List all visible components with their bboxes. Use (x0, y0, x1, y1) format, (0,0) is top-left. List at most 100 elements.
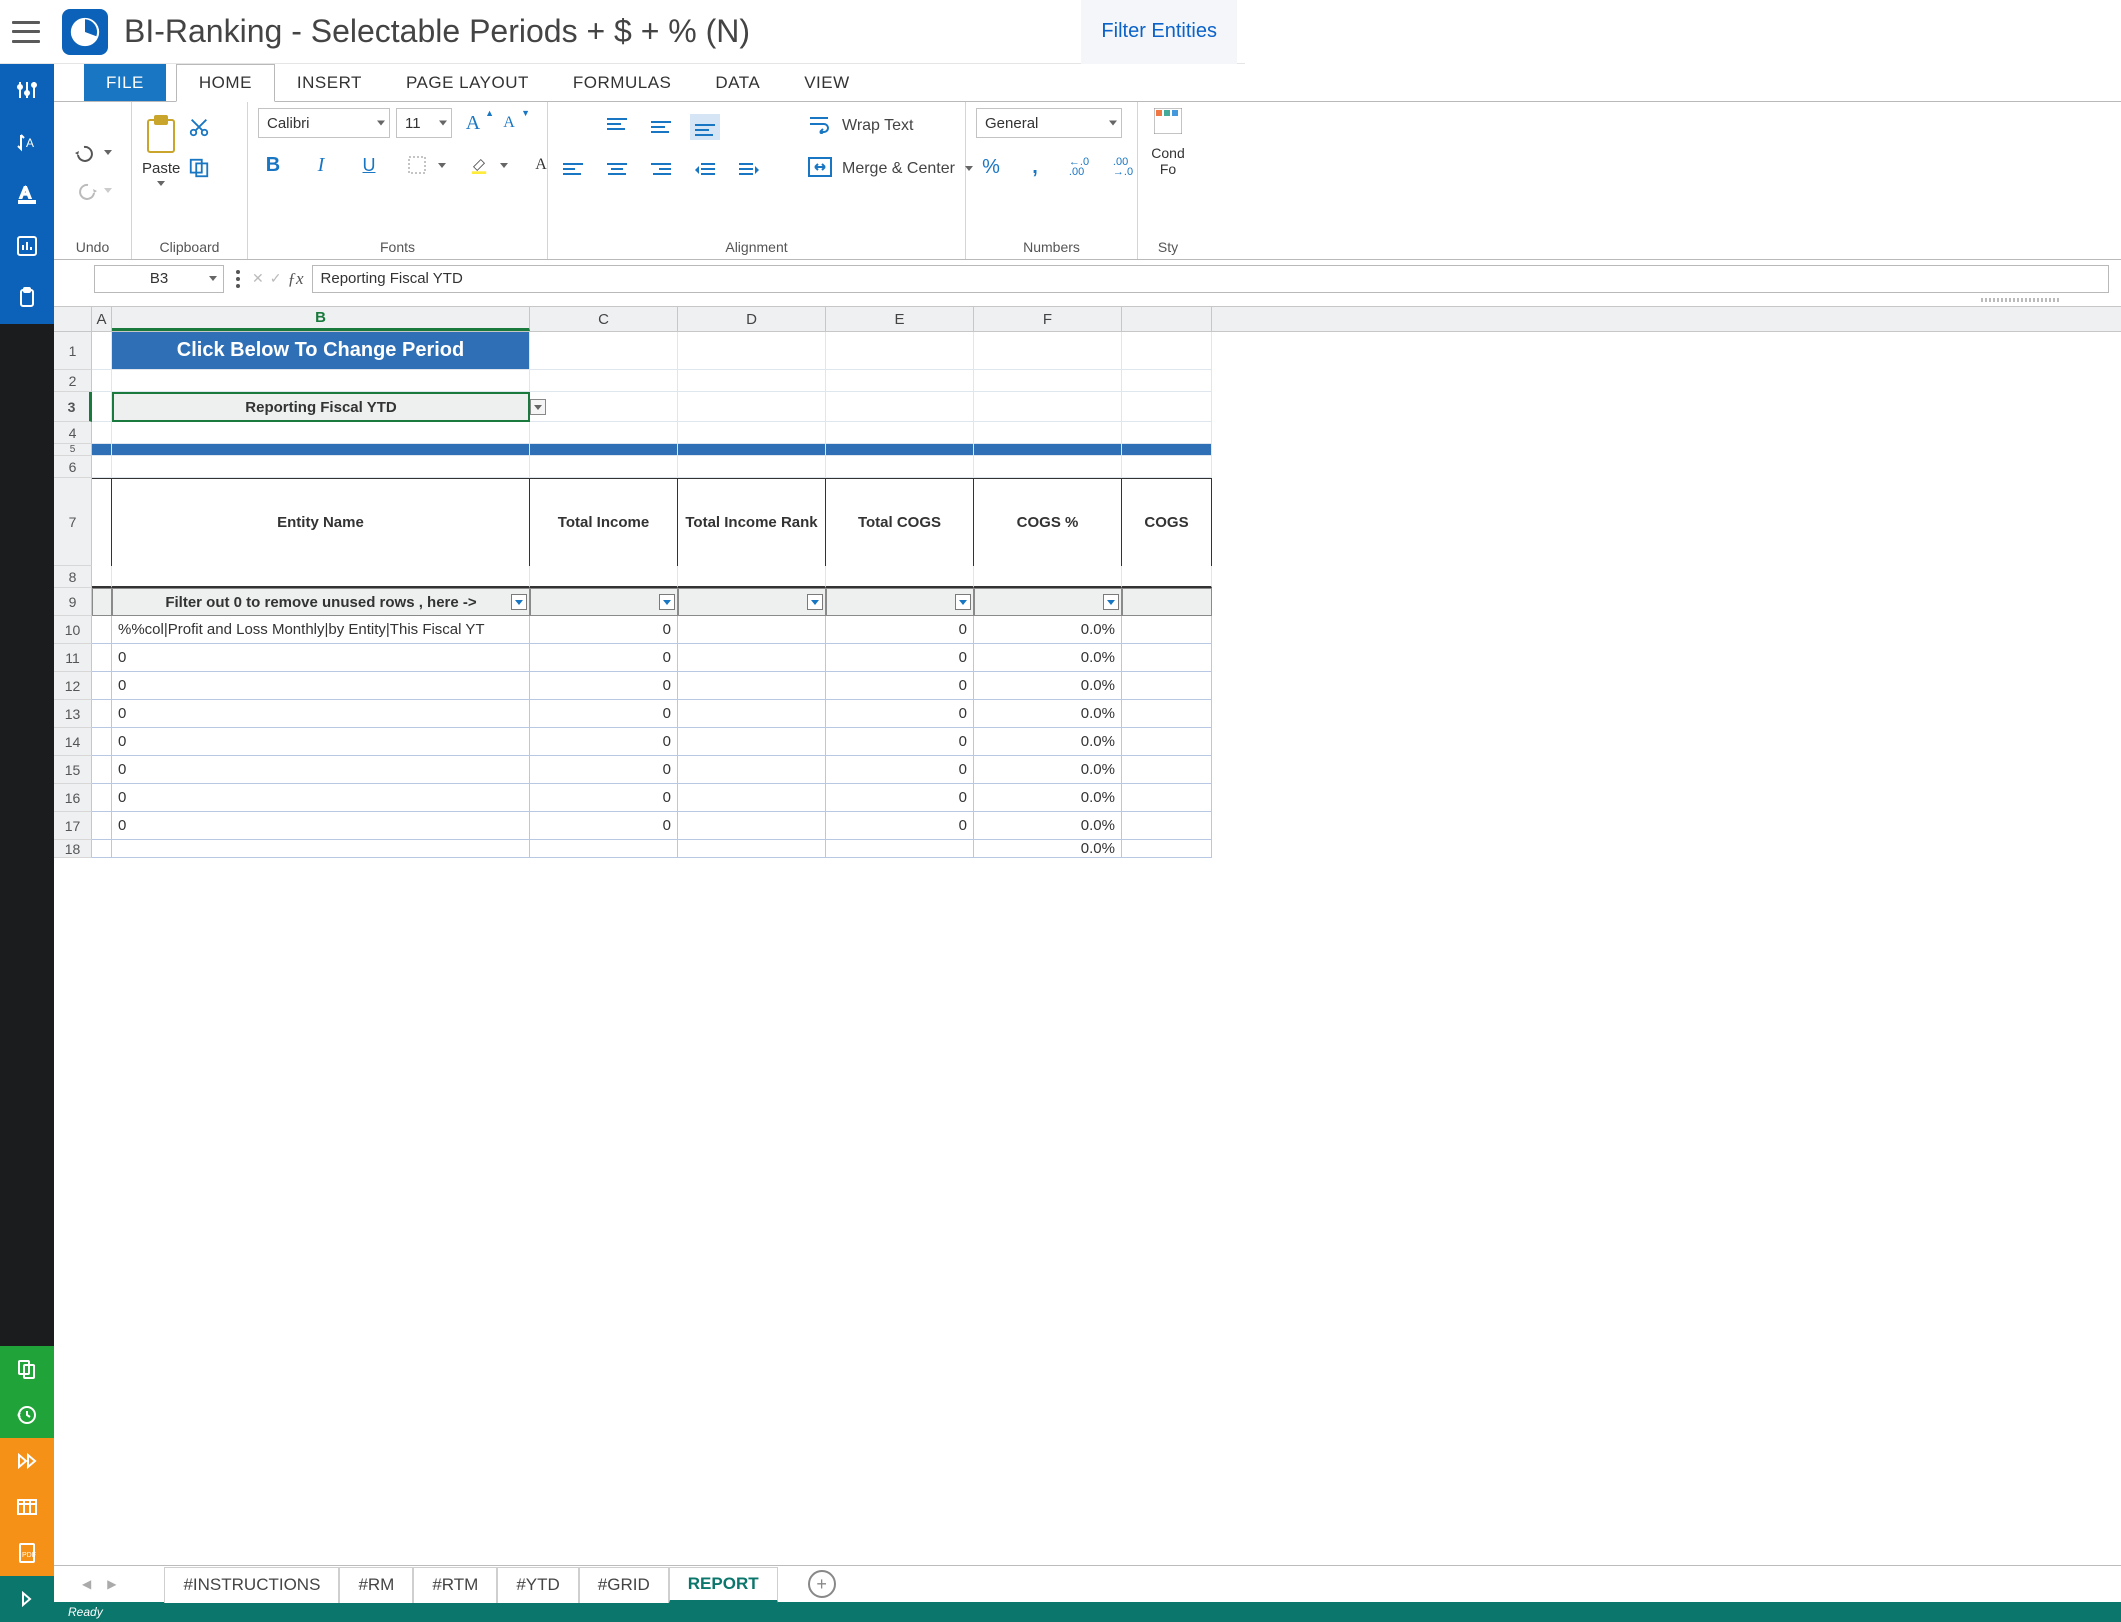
redo-dropdown[interactable] (104, 188, 112, 193)
formula-bar-grip[interactable] (1981, 298, 2061, 302)
cell[interactable]: 0 (530, 812, 678, 840)
bold-button[interactable]: B (258, 152, 288, 178)
cell[interactable] (678, 616, 826, 644)
rail-clipboard-icon[interactable] (0, 272, 54, 324)
tab-insert[interactable]: INSERT (275, 64, 384, 101)
cell[interactable] (92, 672, 112, 700)
undo-dropdown[interactable] (104, 150, 112, 155)
cell[interactable] (1122, 700, 1212, 728)
cell[interactable] (678, 756, 826, 784)
cell[interactable] (678, 672, 826, 700)
dropdown-icon[interactable] (530, 399, 546, 415)
percent-button[interactable]: % (976, 154, 1006, 180)
filter-cell[interactable] (678, 588, 826, 616)
row-header[interactable]: 8 (54, 566, 92, 588)
formula-options-icon[interactable] (232, 270, 244, 288)
sheet-tab-ytd[interactable]: #YTD (497, 1567, 578, 1603)
cell[interactable]: 0.0% (974, 644, 1122, 672)
add-sheet-button[interactable]: + (808, 1570, 836, 1598)
copy-icon[interactable] (188, 157, 210, 182)
cell[interactable] (1122, 812, 1212, 840)
redo-button[interactable] (74, 181, 98, 201)
cut-icon[interactable] (188, 116, 210, 141)
cell[interactable]: 0.0% (974, 840, 1122, 858)
rail-underline-a-icon[interactable]: A (0, 168, 54, 220)
align-center-icon[interactable] (602, 158, 632, 184)
formula-input[interactable]: Reporting Fiscal YTD (312, 265, 2109, 293)
sheet-nav-next[interactable]: ▶ (99, 1577, 124, 1591)
cell[interactable]: 0 (112, 756, 530, 784)
tab-view[interactable]: VIEW (782, 64, 871, 101)
filter-dropdown-icon[interactable] (511, 594, 527, 610)
tab-home[interactable]: HOME (176, 64, 275, 102)
row-header[interactable]: 10 (54, 616, 92, 644)
cell[interactable] (1122, 672, 1212, 700)
borders-button[interactable] (402, 152, 432, 178)
cell[interactable] (1122, 644, 1212, 672)
col-header-f[interactable]: F (974, 307, 1122, 331)
filter-cell[interactable] (826, 588, 974, 616)
tab-formulas[interactable]: FORMULAS (551, 64, 693, 101)
grow-font-icon[interactable]: A▲ (458, 110, 488, 136)
filter-dropdown-icon[interactable] (955, 594, 971, 610)
row-header[interactable]: 9 (54, 588, 92, 616)
row-header[interactable]: 7 (54, 478, 92, 566)
decrease-indent-icon[interactable] (690, 158, 720, 184)
cell[interactable] (678, 700, 826, 728)
italic-button[interactable]: I (306, 152, 336, 178)
cell[interactable]: 0 (112, 700, 530, 728)
wrap-text-icon[interactable] (808, 114, 832, 137)
cell[interactable] (678, 784, 826, 812)
filter-dropdown-icon[interactable] (659, 594, 675, 610)
rail-sliders-icon[interactable] (0, 64, 54, 116)
wrap-text-button[interactable]: Wrap Text (842, 117, 913, 135)
cell[interactable]: 0 (826, 756, 974, 784)
cell[interactable]: 0.0% (974, 784, 1122, 812)
paste-button[interactable]: Paste (142, 112, 180, 186)
name-box[interactable]: B3 (94, 265, 224, 293)
sheet-tab-rm[interactable]: #RM (339, 1567, 413, 1603)
cell[interactable]: 0 (826, 784, 974, 812)
tab-data[interactable]: DATA (693, 64, 782, 101)
cell[interactable]: 0 (826, 812, 974, 840)
cell[interactable] (92, 616, 112, 644)
col-header-g[interactable] (1122, 307, 1212, 331)
filter-dropdown-icon[interactable] (807, 594, 823, 610)
rail-fastforward-icon[interactable] (0, 1438, 54, 1484)
cancel-formula-icon[interactable]: ✕ (252, 270, 264, 287)
row-header[interactable]: 15 (54, 756, 92, 784)
rail-chart-icon[interactable] (0, 220, 54, 272)
cell[interactable] (92, 644, 112, 672)
sheet-tab-rtm[interactable]: #RTM (413, 1567, 497, 1603)
increase-indent-icon[interactable] (734, 158, 764, 184)
cell[interactable] (1122, 840, 1212, 858)
merge-icon[interactable] (808, 157, 832, 180)
cell[interactable] (1122, 728, 1212, 756)
cell[interactable]: 0.0% (974, 728, 1122, 756)
sheet-tab-report[interactable]: REPORT (669, 1567, 778, 1603)
filter-cell[interactable] (530, 588, 678, 616)
font-size-dropdown[interactable]: 11 (396, 108, 452, 138)
rail-columns-icon[interactable] (0, 1484, 54, 1530)
cell[interactable]: 0.0% (974, 672, 1122, 700)
comma-button[interactable]: , (1020, 154, 1050, 180)
cell[interactable]: 0 (826, 644, 974, 672)
cell[interactable]: 0 (530, 644, 678, 672)
row-header[interactable]: 13 (54, 700, 92, 728)
cell[interactable] (92, 756, 112, 784)
col-header-b[interactable]: B (112, 307, 530, 331)
cell[interactable] (92, 700, 112, 728)
filter-cell[interactable] (974, 588, 1122, 616)
fx-icon[interactable]: ƒx (287, 269, 303, 289)
cell[interactable] (678, 840, 826, 858)
align-right-icon[interactable] (646, 158, 676, 184)
row-header[interactable]: 18 (54, 840, 92, 858)
cell[interactable]: %%col|Profit and Loss Monthly|by Entity|… (112, 616, 530, 644)
align-bottom-icon[interactable] (690, 114, 720, 140)
cell[interactable] (678, 812, 826, 840)
row-header[interactable]: 5 (54, 444, 92, 456)
rail-expand-icon[interactable] (0, 1576, 54, 1622)
shrink-font-icon[interactable]: A▼ (494, 110, 524, 136)
row-header[interactable]: 14 (54, 728, 92, 756)
row-header[interactable]: 16 (54, 784, 92, 812)
